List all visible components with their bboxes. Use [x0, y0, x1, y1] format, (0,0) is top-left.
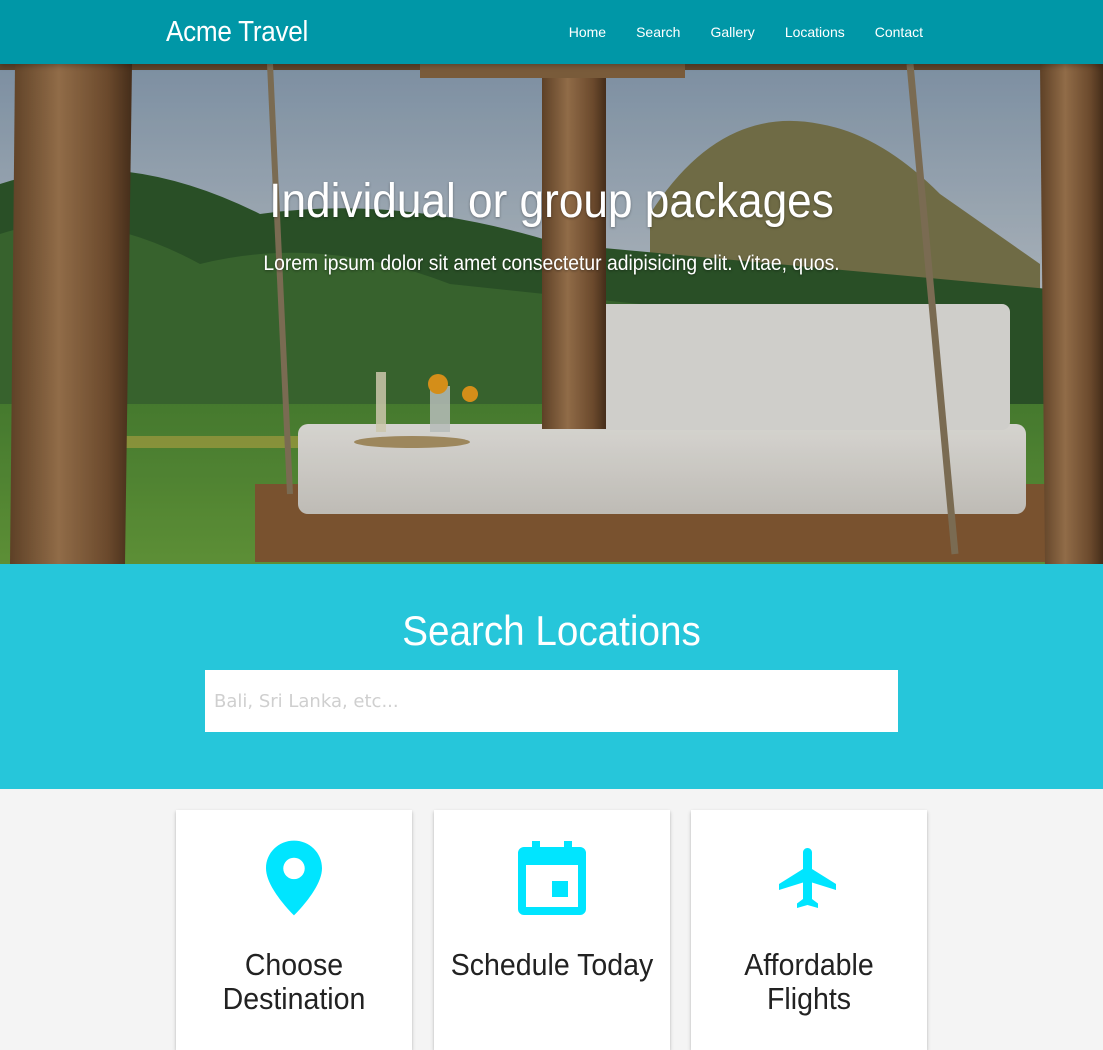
nav-menu: Home Search Gallery Locations Contact: [554, 0, 938, 64]
nav-locations[interactable]: Locations: [770, 0, 860, 64]
brand-logo[interactable]: Acme Travel: [166, 14, 308, 50]
nav-contact[interactable]: Contact: [860, 0, 938, 64]
search-input[interactable]: [205, 670, 898, 732]
search-title: Search Locations: [402, 607, 701, 654]
card-choose-destination: Choose Destination: [176, 810, 412, 1050]
flight-icon: [691, 838, 927, 918]
card-affordable-flights: Affordable Flights: [691, 810, 927, 1050]
hero-subtitle: Lorem ipsum dolor sit amet consectetur a…: [263, 252, 840, 275]
nav-home[interactable]: Home: [554, 0, 621, 64]
hero-title: Individual or group packages: [269, 175, 834, 228]
feature-cards: Choose Destination Schedule Today Afford…: [0, 810, 1103, 1050]
calendar-icon: [434, 838, 670, 918]
card-schedule-today: Schedule Today: [434, 810, 670, 1050]
hero-image: [0, 64, 1103, 564]
place-icon: [176, 838, 412, 918]
nav-search[interactable]: Search: [621, 0, 695, 64]
card-title: Schedule Today: [450, 947, 654, 982]
nav-gallery[interactable]: Gallery: [695, 0, 769, 64]
navbar: Acme Travel Home Search Gallery Location…: [0, 0, 1103, 64]
search-section: Search Locations: [0, 564, 1103, 789]
card-title: Choose Destination: [222, 947, 366, 1016]
card-title: Affordable Flights: [744, 947, 874, 1016]
hero-banner: Individual or group packages Lorem ipsum…: [0, 64, 1103, 564]
